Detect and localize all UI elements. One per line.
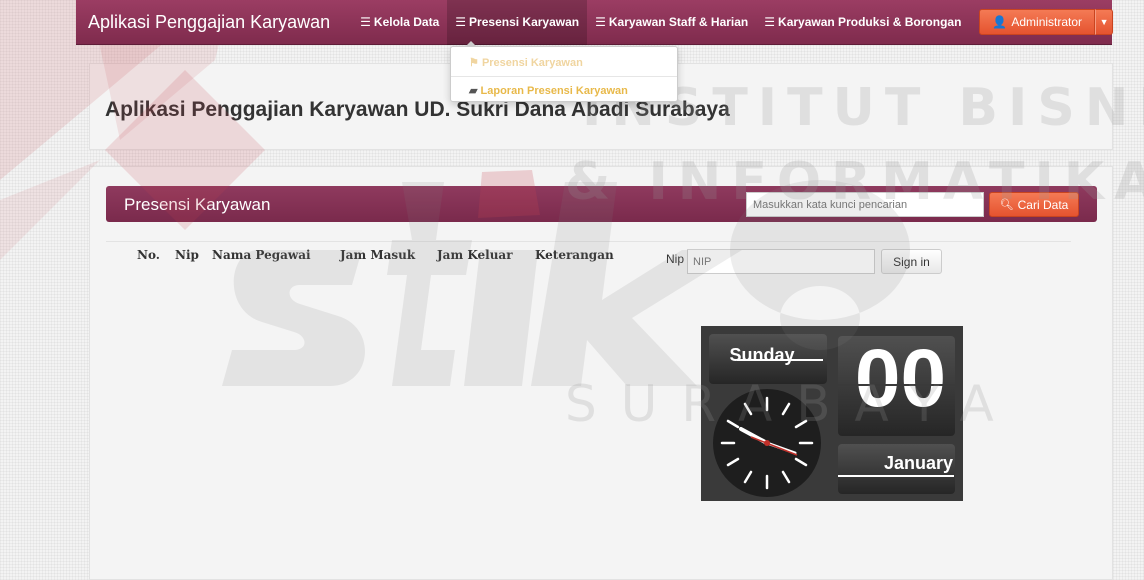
briefcase-icon: ▰ — [469, 85, 478, 97]
day-underline — [737, 359, 823, 361]
dropdown-item-laporan-label: Laporan Presensi Karyawan — [480, 85, 628, 97]
nav-karyawan-staff-harian[interactable]: ☰ Karyawan Staff & Harian — [587, 0, 756, 45]
administrator-button[interactable]: 👤 Administrator — [979, 9, 1096, 35]
nip-input[interactable] — [687, 249, 875, 274]
column-header-jam-keluar: Jam Keluar — [437, 248, 513, 262]
clock-month: January — [883, 453, 953, 473]
analog-clock-icon — [713, 389, 821, 497]
column-header-nama-pegawai: Nama Pegawai — [212, 248, 311, 262]
top-navbar: Aplikasi Penggajian Karyawan ☰ Kelola Da… — [76, 0, 1114, 45]
column-header-keterangan: Keterangan — [535, 248, 614, 262]
user-icon: 👤 — [992, 15, 1008, 29]
search-icon: 🔍︎ — [999, 199, 1014, 211]
column-header-no: No. — [137, 248, 160, 262]
presensi-dropdown-menu: ⚑ Presensi Karyawan ▰ Laporan Presensi K… — [450, 41, 678, 102]
nav-kelola-data-label: Kelola Data — [373, 15, 440, 29]
nav-presensi-karyawan-label: Presensi Karyawan — [469, 15, 580, 29]
flip-clock-widget: Sunday 00 January — [701, 326, 963, 501]
presensi-header-title: Presensi Karyawan — [124, 195, 271, 214]
administrator-label: Administrator — [1011, 15, 1083, 29]
column-header-nip: Nip — [175, 248, 199, 262]
user-menu-toggle[interactable]: ▼ — [1095, 9, 1114, 35]
dropdown-item-presensi-karyawan[interactable]: ⚑ Presensi Karyawan — [451, 53, 677, 72]
sign-in-button[interactable]: Sign in — [881, 249, 942, 274]
cari-data-label: Cari Data — [1017, 197, 1069, 212]
divider — [106, 241, 1071, 242]
caret-down-icon: ▼ — [1099, 17, 1109, 27]
list-icon: ☰ — [764, 15, 776, 29]
date-split — [838, 384, 963, 386]
user-menu: 👤 Administrator ▼ — [979, 9, 1114, 35]
nav-presensi-karyawan[interactable]: ☰ Presensi Karyawan — [447, 0, 588, 45]
app-brand[interactable]: Aplikasi Penggajian Karyawan — [88, 12, 330, 33]
list-icon: ☰ — [455, 15, 467, 29]
tag-icon: ⚑ — [469, 57, 479, 69]
dropdown-item-laporan-presensi[interactable]: ▰ Laporan Presensi Karyawan — [451, 81, 677, 100]
nav-karyawan-produksi-borongan-label: Karyawan Produksi & Borongan — [778, 15, 962, 29]
presensi-header-bar: Presensi Karyawan 🔍︎ Cari Data — [106, 186, 1097, 222]
nav-karyawan-staff-harian-label: Karyawan Staff & Harian — [608, 15, 749, 29]
clock-day: Sunday — [729, 345, 795, 365]
dropdown-item-presensi-label: Presensi Karyawan — [481, 57, 583, 69]
month-underline — [838, 475, 954, 477]
list-icon: ☰ — [360, 15, 371, 29]
nip-label: Nip — [666, 252, 685, 266]
dropdown-divider — [451, 76, 677, 77]
clock-date: 00 — [854, 333, 947, 424]
cari-data-button[interactable]: 🔍︎ Cari Data — [989, 192, 1079, 217]
search-input[interactable] — [746, 192, 984, 217]
nav-karyawan-produksi-borongan[interactable]: ☰ Karyawan Produksi & Borongan — [756, 0, 969, 45]
list-icon: ☰ — [595, 15, 606, 29]
column-header-jam-masuk: Jam Masuk — [340, 248, 416, 262]
nav-kelola-data[interactable]: ☰ Kelola Data — [352, 0, 447, 45]
